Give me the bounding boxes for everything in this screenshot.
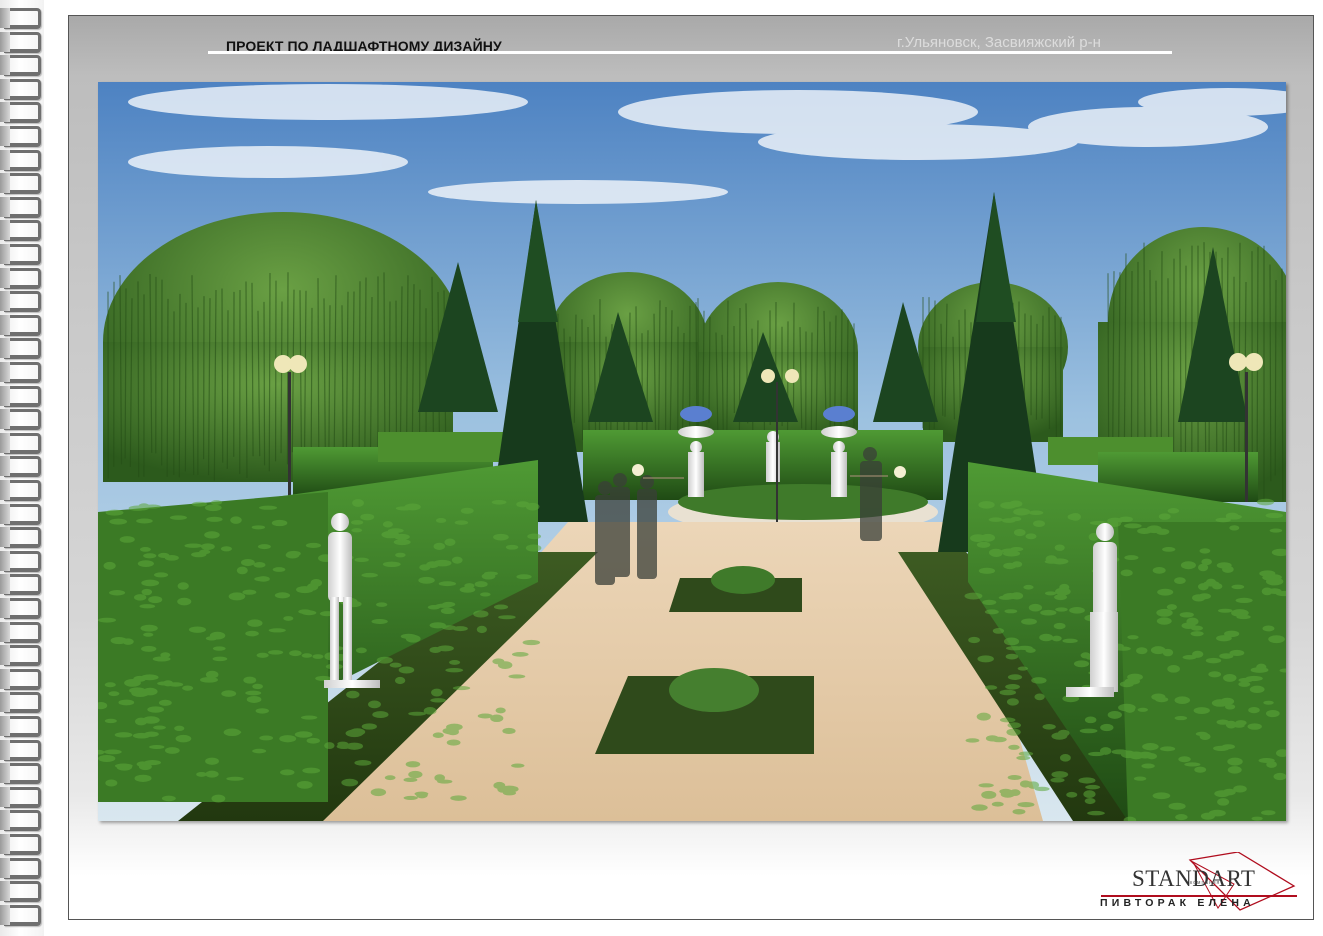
binding-ring	[0, 456, 41, 478]
spiral-binding	[0, 0, 44, 936]
binding-ring	[0, 904, 41, 926]
binding-ring	[0, 126, 41, 147]
binding-ring	[0, 692, 41, 714]
logo-company-label: компания	[1190, 880, 1221, 886]
binding-ring	[0, 55, 41, 77]
garden-render-image	[98, 82, 1286, 821]
binding-ring	[0, 668, 41, 690]
binding-ring	[0, 716, 41, 737]
binding-ring	[0, 362, 41, 383]
binding-ring	[0, 598, 41, 619]
binding-ring	[0, 220, 41, 242]
header-divider	[208, 51, 1172, 54]
logo-brand-text: STANDART	[1132, 866, 1256, 891]
company-logo: STANDART компания ПИВТОРАК ЕЛЕНА	[1098, 852, 1306, 914]
binding-ring	[0, 102, 41, 124]
binding-ring	[0, 338, 41, 360]
binding-ring	[0, 409, 41, 431]
binding-ring	[0, 621, 41, 643]
binding-ring	[0, 857, 41, 879]
binding-ring	[0, 149, 41, 171]
binding-ring	[0, 527, 41, 549]
binding-ring	[0, 881, 41, 903]
binding-ring	[0, 78, 41, 100]
binding-ring	[0, 196, 41, 218]
binding-ring	[0, 173, 41, 195]
binding-ring	[0, 291, 41, 313]
binding-ring	[0, 786, 41, 808]
binding-ring	[0, 314, 41, 336]
binding-ring	[0, 503, 41, 525]
location-label: г.Ульяновск, Засвияжский р-н	[897, 34, 1101, 51]
logo-author-name: ПИВТОРАК ЕЛЕНА	[1100, 897, 1255, 909]
binding-ring	[0, 550, 41, 572]
binding-ring	[0, 574, 41, 596]
binding-ring	[0, 31, 41, 53]
binding-ring	[0, 244, 41, 265]
binding-ring	[0, 763, 41, 785]
binding-ring	[0, 267, 41, 289]
binding-ring	[0, 810, 41, 832]
binding-ring	[0, 432, 41, 454]
binding-ring	[0, 385, 41, 407]
binding-ring	[0, 480, 41, 501]
binding-ring	[0, 8, 41, 29]
binding-ring	[0, 739, 41, 761]
binding-ring	[0, 645, 41, 667]
binding-ring	[0, 834, 41, 855]
